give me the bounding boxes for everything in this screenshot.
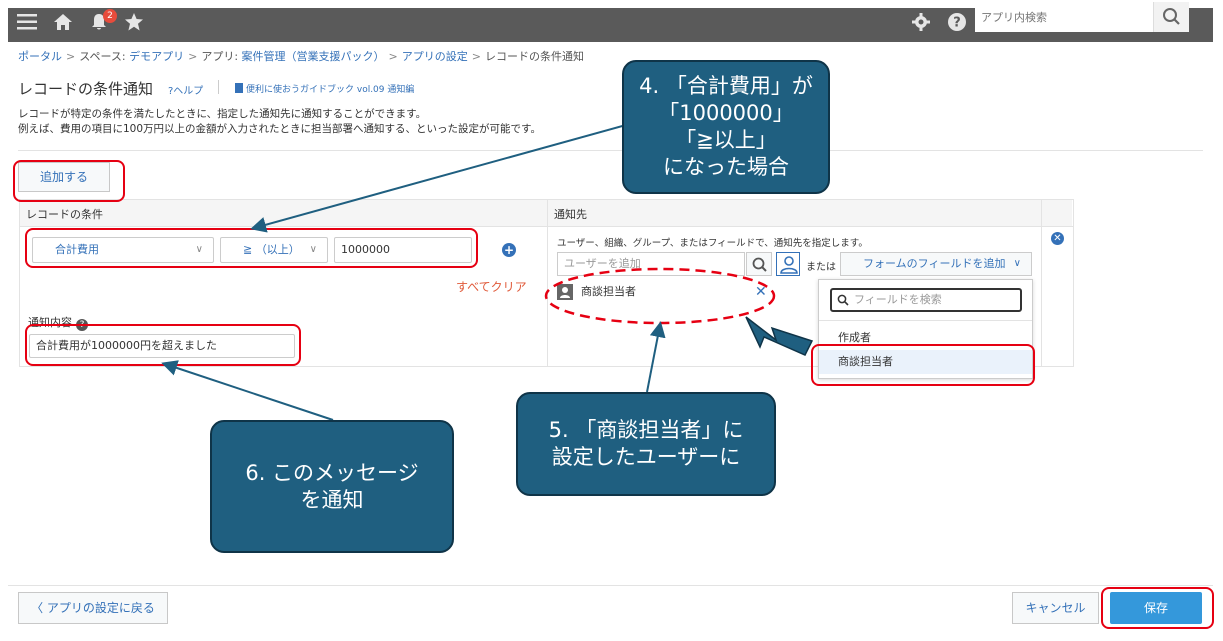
callout-step-4-text: 4. 「合計費用」が 「1000000」 「≧以上」 になった場合 [639, 74, 813, 179]
callout-step-6: 6. このメッセージ を通知 [210, 420, 454, 553]
dashed-ellipse-recipient [544, 267, 776, 325]
annotation-overlay [161, 124, 814, 421]
arrow-recipient [646, 321, 666, 393]
callout-step-5-text: 5. 「商談担当者」に 設定したユーザーに [548, 418, 744, 469]
arrow-message [161, 360, 334, 421]
block-arrow-selection [745, 316, 814, 356]
arrow-condition [250, 124, 627, 233]
callout-step-4: 4. 「合計費用」が 「1000000」 「≧以上」 になった場合 [622, 60, 830, 194]
callout-step-5: 5. 「商談担当者」に 設定したユーザーに [516, 392, 776, 496]
callout-step-6-text: 6. このメッセージ を通知 [245, 460, 419, 512]
